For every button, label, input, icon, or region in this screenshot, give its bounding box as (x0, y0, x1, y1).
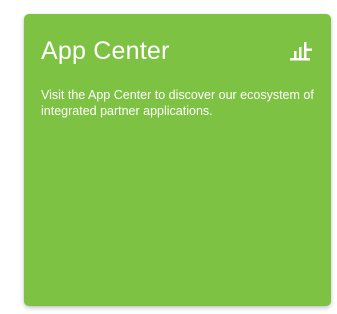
card-description: Visit the App Center to discover our eco… (41, 88, 314, 118)
card-title: App Center (41, 37, 170, 65)
app-center-blocks-icon (290, 42, 314, 62)
app-center-card[interactable]: App Center Visit the App Center to disco… (24, 14, 331, 306)
